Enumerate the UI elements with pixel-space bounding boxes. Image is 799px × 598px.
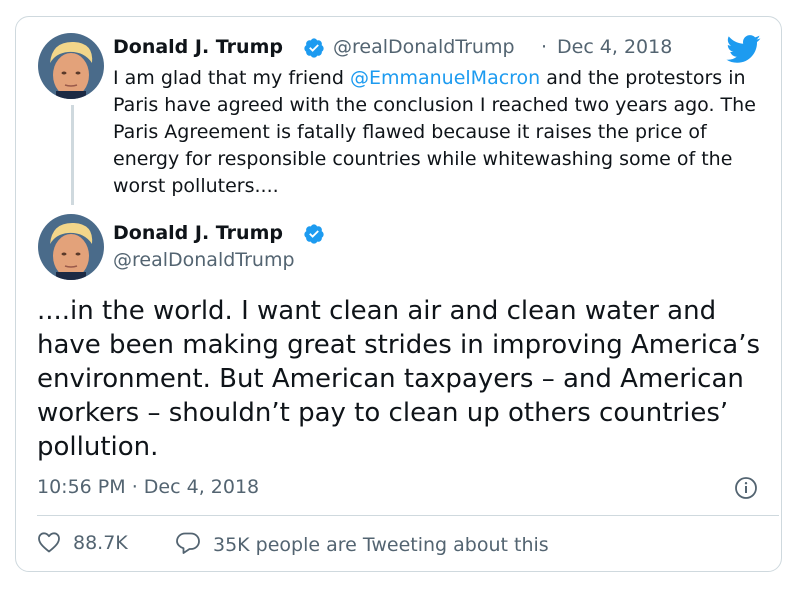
- tweet-date: Dec 4, 2018: [143, 476, 260, 498]
- like-count: 88.7K: [73, 532, 128, 554]
- separator-dot: ·: [131, 476, 138, 498]
- author-name[interactable]: Donald J. Trump: [113, 222, 283, 244]
- verified-badge-icon: [304, 224, 324, 244]
- tweeting-text: 35K people are Tweeting about this: [213, 534, 549, 556]
- tweet-time: 10:56 PM: [37, 476, 126, 498]
- author-handle[interactable]: @realDonaldTrump: [333, 36, 515, 58]
- heart-icon: [38, 532, 60, 553]
- tweeting-about-link[interactable]: 35K people are Tweeting about this: [175, 531, 549, 556]
- tweet-text: I am glad that my friend @EmmanuelMacron…: [113, 65, 773, 200]
- info-icon[interactable]: [734, 476, 758, 500]
- separator-dot: ·: [541, 36, 548, 58]
- tweet-date[interactable]: Dec 4, 2018: [557, 36, 672, 58]
- thread-connector: [71, 105, 74, 205]
- avatar[interactable]: [38, 33, 104, 99]
- avatar[interactable]: [38, 214, 104, 280]
- tweet-timestamp[interactable]: 10:56 PM · Dec 4, 2018: [37, 476, 259, 498]
- like-button[interactable]: 88.7K: [37, 531, 128, 554]
- twitter-bird-icon[interactable]: [725, 34, 761, 64]
- verified-badge-icon: [304, 38, 324, 58]
- mention-link[interactable]: @EmmanuelMacron: [350, 67, 540, 89]
- speech-bubble-icon: [176, 532, 200, 554]
- author-handle[interactable]: @realDonaldTrump: [113, 249, 295, 271]
- tweet-text-part: I am glad that my friend: [113, 67, 350, 89]
- author-name[interactable]: Donald J. Trump: [113, 36, 283, 58]
- tweet-text: ....in the world. I want clean air and c…: [37, 296, 761, 462]
- divider: [37, 515, 779, 516]
